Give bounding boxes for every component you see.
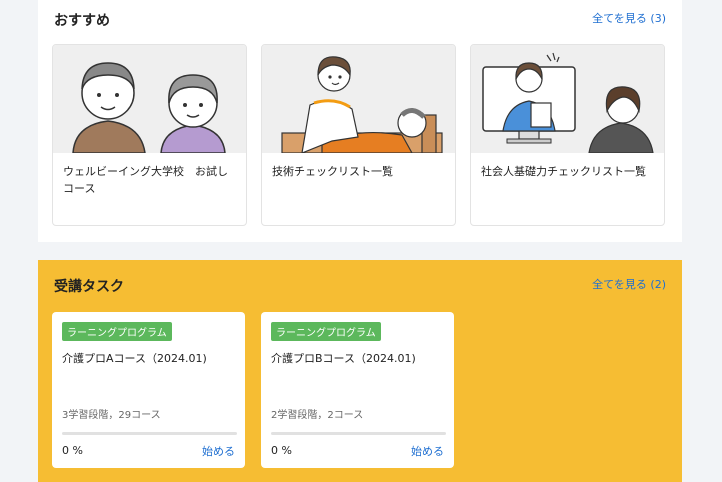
task-card[interactable]: ラーニングプログラム 介護プロAコース（2024.01) 3学習段階，29コース… — [52, 312, 245, 468]
recommended-title: おすすめ — [54, 13, 110, 29]
progress-percent: 0 % — [62, 444, 83, 457]
recommended-section: おすすめ 全てを見る (3) ウェルビーイング大学校 お試しコース 技術チェック… — [38, 0, 682, 242]
progress-bar — [271, 432, 446, 435]
start-link[interactable]: 始める — [202, 443, 235, 459]
recommended-card-title: ウェルビーイング大学校 お試しコース — [63, 165, 228, 195]
online-lecture-illustration-icon — [471, 45, 664, 153]
tasks-section: 受講タスク 全てを見る (2) ラーニングプログラム 介護プロAコース（2024… — [38, 260, 682, 482]
program-badge: ラーニングプログラム — [271, 322, 381, 341]
task-title: 介護プロAコース（2024.01) — [62, 352, 207, 365]
program-badge: ラーニングプログラム — [62, 322, 172, 341]
couple-illustration-icon — [53, 45, 246, 153]
recommended-card[interactable]: 社会人基礎力チェックリスト一覧 — [470, 44, 665, 226]
task-title: 介護プロBコース（2024.01) — [271, 352, 416, 365]
start-link[interactable]: 始める — [411, 443, 444, 459]
tasks-see-all-link[interactable]: 全てを見る (2) — [592, 276, 666, 292]
recommended-card[interactable]: 技術チェックリスト一覧 — [261, 44, 456, 226]
task-meta: 3学習段階，29コース — [62, 410, 161, 421]
recommended-see-all-link[interactable]: 全てを見る (3) — [592, 10, 666, 26]
recommended-card[interactable]: ウェルビーイング大学校 お試しコース — [52, 44, 247, 226]
tasks-title: 受講タスク — [54, 279, 124, 295]
recommended-card-title: 技術チェックリスト一覧 — [272, 165, 393, 178]
progress-bar — [62, 432, 237, 435]
task-meta: 2学習段階，2コース — [271, 410, 364, 421]
task-card[interactable]: ラーニングプログラム 介護プロBコース（2024.01) 2学習段階，2コース … — [261, 312, 454, 468]
progress-percent: 0 % — [271, 444, 292, 457]
recommended-card-title: 社会人基礎力チェックリスト一覧 — [481, 165, 646, 178]
caregiver-illustration-icon — [262, 45, 455, 153]
